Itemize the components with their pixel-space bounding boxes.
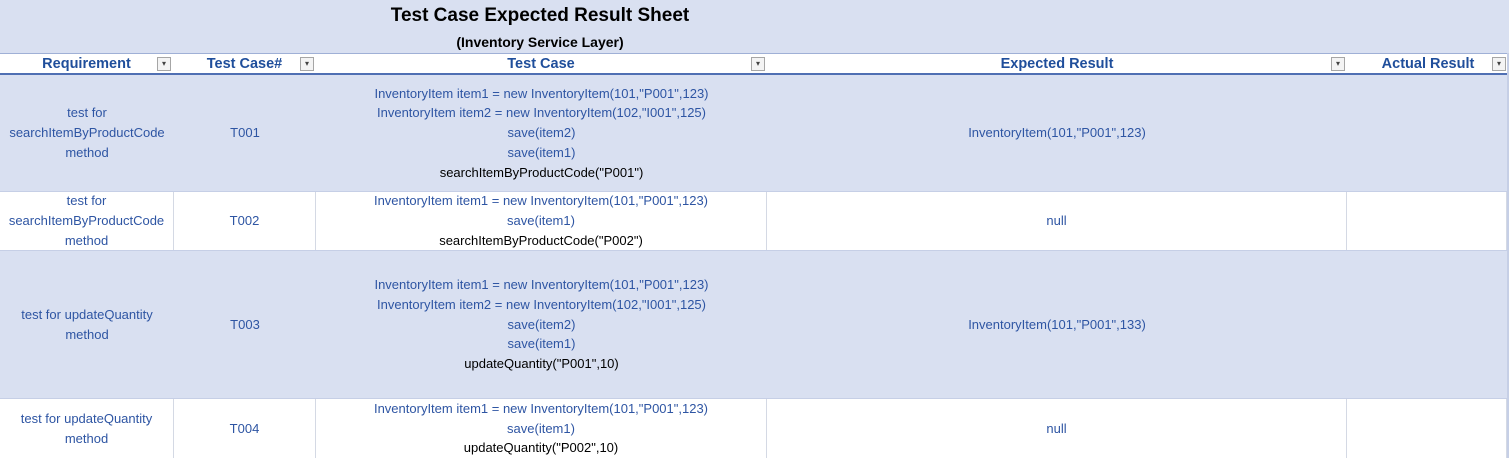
requirement-line: method bbox=[64, 232, 109, 248]
expected-result-cell[interactable]: null bbox=[767, 192, 1347, 250]
expected-result-cell[interactable]: InventoryItem(101,"P001",133) bbox=[767, 251, 1347, 398]
requirement-line: method bbox=[64, 430, 109, 446]
requirement-cell[interactable]: test for updateQuantity method bbox=[0, 399, 174, 458]
requirement-line: searchItemByProductCode bbox=[8, 213, 165, 229]
dropdown-arrow-icon[interactable]: ▾ bbox=[157, 57, 171, 71]
table-row: test for searchItemByProductCode method … bbox=[0, 192, 1509, 251]
test-step: searchItemByProductCode("P002") bbox=[439, 232, 643, 248]
header-row: Requirement ▾ Test Case# ▾ Test Case ▾ E… bbox=[0, 53, 1509, 75]
column-header-test-case-number[interactable]: Test Case# bbox=[174, 54, 315, 74]
expected-result-cell[interactable]: null bbox=[767, 399, 1347, 458]
dropdown-arrow-icon[interactable]: ▾ bbox=[1331, 57, 1345, 71]
test-case-id-cell[interactable]: T004 bbox=[174, 399, 316, 458]
test-case-id: T002 bbox=[229, 213, 260, 229]
column-header-expected-result[interactable]: Expected Result bbox=[767, 54, 1347, 74]
expected-result: null bbox=[1046, 213, 1067, 229]
requirement-line: test for updateQuantity bbox=[21, 306, 153, 322]
requirement-line: method bbox=[65, 144, 109, 160]
expected-result-cell[interactable]: InventoryItem(101,"P001",123) bbox=[767, 75, 1347, 191]
test-case-id: T001 bbox=[230, 125, 260, 141]
test-case-id-cell[interactable]: T001 bbox=[174, 75, 316, 191]
test-case-steps-cell[interactable]: InventoryItem item1 = new InventoryItem(… bbox=[316, 75, 767, 191]
test-case-steps-cell[interactable]: InventoryItem item1 = new InventoryItem(… bbox=[316, 251, 767, 398]
test-step: InventoryItem item2 = new InventoryItem(… bbox=[377, 105, 706, 121]
test-step: save(item1) bbox=[507, 420, 575, 436]
requirement-line: searchItemByProductCode bbox=[9, 125, 165, 141]
sheet-title: Test Case Expected Result Sheet bbox=[390, 5, 690, 26]
requirement-cell[interactable]: test for searchItemByProductCode method bbox=[0, 75, 174, 191]
test-step: InventoryItem item1 = new InventoryItem(… bbox=[374, 277, 709, 293]
column-header-requirement[interactable]: Requirement bbox=[0, 54, 173, 74]
test-step: InventoryItem item2 = new InventoryItem(… bbox=[377, 296, 706, 312]
test-step: save(item2) bbox=[507, 125, 576, 141]
requirement-cell[interactable]: test for updateQuantity method bbox=[0, 251, 174, 398]
expected-result: null bbox=[1046, 420, 1067, 436]
test-case-id-cell[interactable]: T003 bbox=[174, 251, 316, 398]
requirement-line: test for bbox=[66, 193, 107, 209]
dropdown-arrow-icon[interactable]: ▾ bbox=[300, 57, 314, 71]
actual-result-cell[interactable] bbox=[1347, 399, 1507, 458]
test-case-id: T004 bbox=[229, 420, 260, 436]
test-case-steps-cell[interactable]: InventoryItem item1 = new InventoryItem(… bbox=[316, 192, 767, 250]
test-step: save(item2) bbox=[507, 316, 576, 332]
test-step: updateQuantity("P001",10) bbox=[464, 356, 619, 372]
expected-result: InventoryItem(101,"P001",133) bbox=[968, 316, 1146, 332]
test-case-id: T003 bbox=[230, 316, 260, 332]
actual-result-cell[interactable] bbox=[1347, 192, 1507, 250]
test-step: updateQuantity("P002",10) bbox=[463, 440, 619, 456]
spreadsheet: Test Case Expected Result Sheet (Invento… bbox=[0, 0, 1509, 458]
requirement-cell[interactable]: test for searchItemByProductCode method bbox=[0, 192, 174, 250]
test-step: save(item1) bbox=[507, 213, 575, 229]
dropdown-arrow-icon[interactable]: ▾ bbox=[1492, 57, 1506, 71]
test-step: InventoryItem item1 = new InventoryItem(… bbox=[373, 400, 709, 416]
table-row: test for updateQuantity method T003 Inve… bbox=[0, 251, 1509, 399]
test-case-id-cell[interactable]: T002 bbox=[174, 192, 316, 250]
test-step: searchItemByProductCode("P001") bbox=[439, 164, 644, 180]
test-case-steps-cell[interactable]: InventoryItem item1 = new InventoryItem(… bbox=[316, 399, 767, 458]
requirement-line: test for updateQuantity bbox=[20, 410, 153, 426]
test-step: InventoryItem item1 = new InventoryItem(… bbox=[374, 85, 709, 101]
table-row: test for updateQuantity method T004 Inve… bbox=[0, 399, 1509, 458]
test-step: save(item1) bbox=[507, 336, 576, 352]
actual-result-cell[interactable] bbox=[1347, 75, 1507, 191]
test-step: InventoryItem item1 = new InventoryItem(… bbox=[373, 193, 709, 209]
requirement-line: method bbox=[65, 326, 109, 342]
column-header-actual-result[interactable]: Actual Result bbox=[1347, 54, 1509, 74]
sheet-subtitle: (Inventory Service Layer) bbox=[456, 34, 624, 50]
expected-result: InventoryItem(101,"P001",123) bbox=[968, 125, 1146, 141]
test-step: save(item1) bbox=[507, 144, 576, 160]
dropdown-arrow-icon[interactable]: ▾ bbox=[751, 57, 765, 71]
column-header-test-case[interactable]: Test Case bbox=[316, 54, 766, 74]
table-row: test for searchItemByProductCode method … bbox=[0, 75, 1509, 192]
actual-result-cell[interactable] bbox=[1347, 251, 1507, 398]
requirement-line: test for bbox=[67, 105, 107, 121]
title-band: Test Case Expected Result Sheet (Invento… bbox=[0, 0, 1509, 53]
